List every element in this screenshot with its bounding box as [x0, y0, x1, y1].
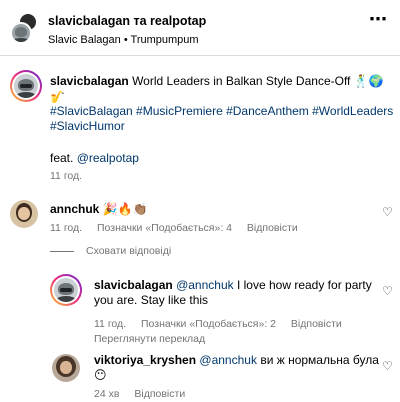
reply-mention[interactable]: @annchuk: [199, 353, 257, 367]
caption-feat: feat. @realpotap: [50, 150, 139, 166]
caption: slavicbalagan World Leaders in Balkan St…: [50, 73, 390, 105]
reply-emoji: 😶: [94, 368, 107, 382]
see-translation-button[interactable]: Переглянути переклад: [94, 333, 205, 345]
more-options-icon[interactable]: ⋯: [369, 10, 388, 28]
feat-label: feat.: [50, 151, 74, 165]
comment-meta: 11 год. Позначки «Подобається»: 4 Відпов…: [50, 222, 310, 234]
replies-divider: [50, 251, 74, 252]
like-heart-icon[interactable]: ♡: [382, 359, 393, 373]
reply-avatar-viktoriya[interactable]: [52, 354, 80, 382]
feat-user-link[interactable]: @realpotap: [77, 151, 139, 165]
like-heart-icon[interactable]: ♡: [382, 205, 393, 219]
caption-time[interactable]: 11 год.: [50, 170, 82, 182]
caption-avatar[interactable]: [10, 70, 42, 102]
hide-replies-button[interactable]: Сховати відповіді: [86, 245, 171, 257]
reply-meta: 11 год. Позначки «Подобається»: 2 Відпов…: [94, 318, 354, 330]
comment-text: 🎉🔥👏🏽: [102, 202, 148, 216]
reply-slavicbalagan: slavicbalagan @annchuk I love how ready …: [94, 277, 384, 293]
comment-time[interactable]: 11 год.: [50, 222, 82, 234]
caption-username[interactable]: slavicbalagan: [50, 74, 129, 88]
comment-annchuk: annchuk 🎉🔥👏🏽: [50, 201, 148, 217]
reply-text-line1: ви ж нормальна була: [260, 353, 379, 367]
reply-username[interactable]: slavicbalagan: [94, 278, 173, 292]
reply-button[interactable]: Відповісти: [291, 318, 342, 330]
reply-meta: 24 хв Відповісти: [94, 388, 197, 400]
reply-text-line1: I love how ready for party: [236, 278, 372, 292]
caption-hashtags[interactable]: #SlavicBalagan #MusicPremiere #DanceAnth…: [50, 103, 393, 119]
reply-time[interactable]: 24 хв: [94, 388, 119, 400]
like-heart-icon[interactable]: ♡: [382, 284, 393, 298]
reply-likes[interactable]: Позначки «Подобається»: 2: [141, 318, 276, 330]
reply-button[interactable]: Відповісти: [134, 388, 185, 400]
reply-button[interactable]: Відповісти: [247, 222, 298, 234]
reply-viktoriya: viktoriya_kryshen @annchuk ви ж нормальн…: [94, 352, 384, 368]
reply-mention[interactable]: @annchuk: [176, 278, 234, 292]
caption-hashtag-slavichumor[interactable]: #SlavicHumor: [50, 118, 125, 134]
avatar-slavicbalagan: [10, 22, 32, 44]
collab-avatars[interactable]: [10, 12, 40, 44]
comment-likes[interactable]: Позначки «Подобається»: 4: [97, 222, 232, 234]
reply-username[interactable]: viktoriya_kryshen: [94, 353, 196, 367]
reply-text-line2: you are. Stay like this: [94, 293, 209, 307]
post-header: slavicbalagan та realpotap Slavic Balaga…: [0, 0, 400, 56]
reply-time[interactable]: 11 год.: [94, 318, 126, 330]
post-authors[interactable]: slavicbalagan та realpotap: [48, 14, 206, 28]
reply-avatar-slavicbalagan[interactable]: [50, 274, 82, 306]
comment-username[interactable]: annchuk: [50, 202, 99, 216]
comment-avatar-annchuk[interactable]: [10, 200, 38, 228]
audio-track[interactable]: Slavic Balagan • Trumpumpum: [48, 34, 199, 46]
